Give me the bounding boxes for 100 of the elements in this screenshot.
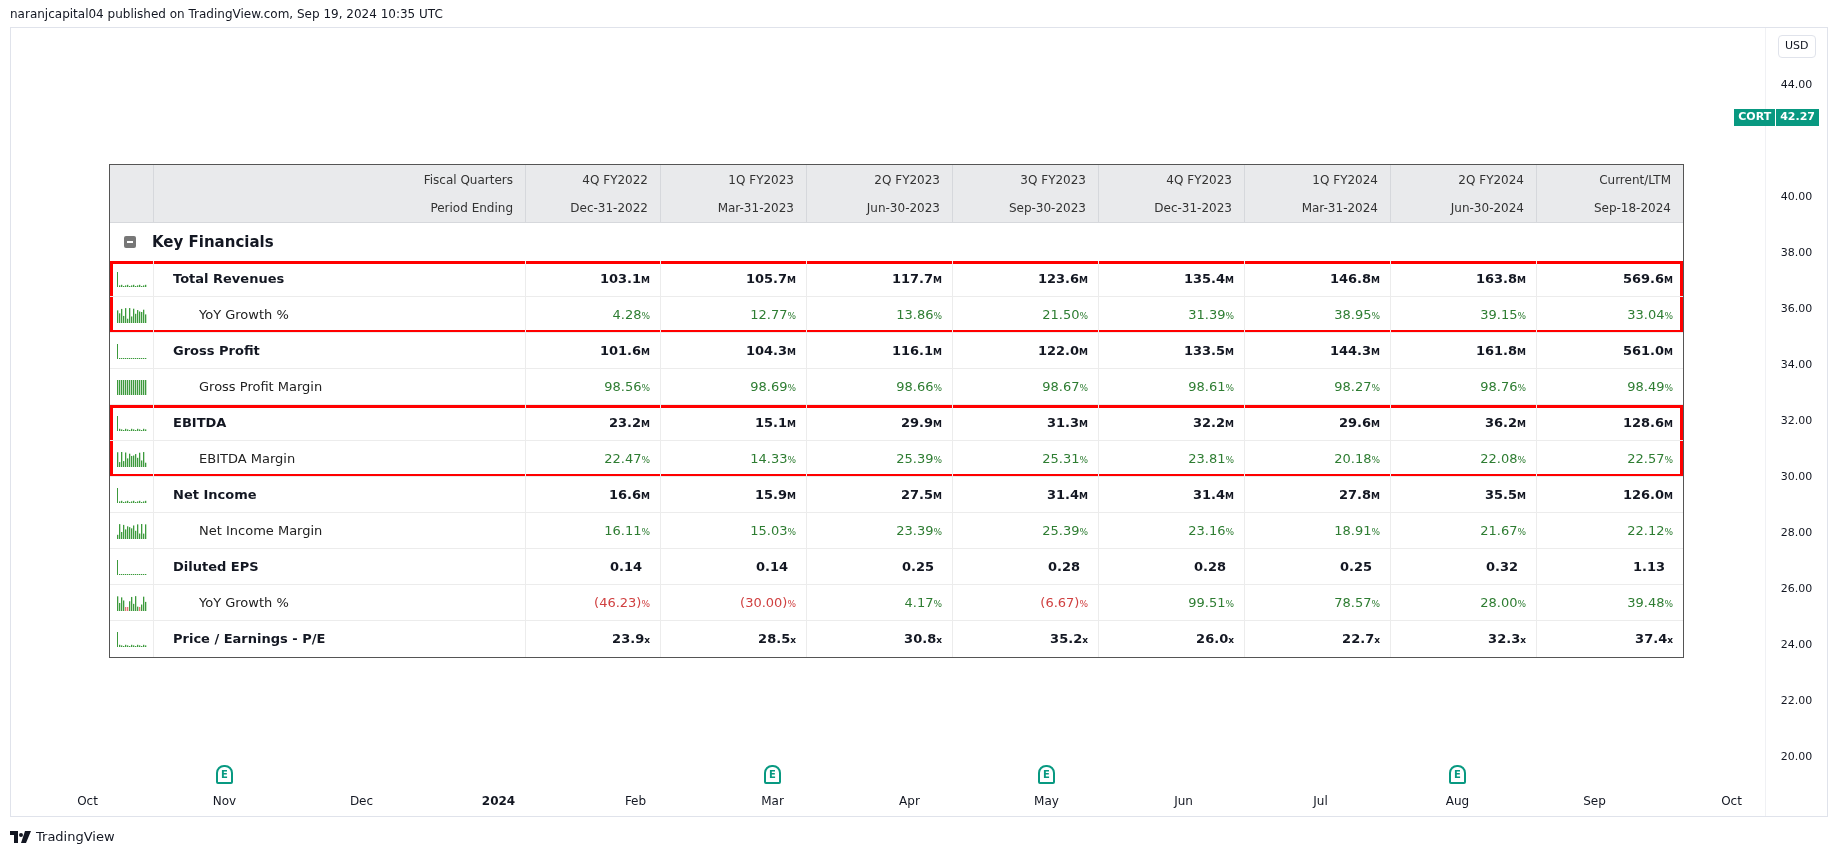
value-cell-text: 116.1M: [891, 341, 942, 360]
quarter-label: 1Q FY2023: [728, 171, 794, 189]
value-cell-text: 25.39%: [1042, 521, 1088, 540]
time-label: Oct: [77, 793, 98, 810]
brand-name: TradingView: [36, 828, 115, 847]
value-cell-text: 23.16%: [1188, 521, 1234, 540]
value-cell-text: 38.95%: [1334, 305, 1380, 324]
quarter-label: 1Q FY2024: [1312, 171, 1378, 189]
value-cell-text: 104.3M: [745, 341, 796, 360]
value-cell-text: 144.3M: [1329, 341, 1380, 360]
time-label: May: [1034, 793, 1059, 810]
value-cell-text: 0.28: [1193, 557, 1226, 576]
value-cell-text: 4.17%: [904, 593, 942, 612]
row-label: YoY Growth %: [199, 305, 289, 324]
value-cell-text: 146.8M: [1329, 269, 1380, 288]
value-cell-text: 569.6M: [1622, 269, 1673, 288]
value-cell-text: 22.47%: [604, 449, 650, 468]
value-cell-text: 16.6M: [608, 485, 650, 504]
value-cell-text: 23.9x: [612, 630, 650, 649]
period-label: Dec-31-2023: [1154, 199, 1232, 217]
sparkline-drawing: [116, 558, 147, 575]
collapse-toggle-icon[interactable]: [124, 236, 136, 248]
value-cell-text: 27.8M: [1338, 485, 1380, 504]
value-cell-text: 20.18%: [1334, 449, 1380, 468]
value-cell-text: 15.9M: [754, 485, 796, 504]
value-cell-text: 122.0M: [1037, 341, 1088, 360]
period-label: Sep-18-2024: [1593, 199, 1671, 217]
currency-button[interactable]: USD: [1778, 35, 1816, 58]
sparkline-drawing: [116, 450, 147, 467]
value-cell-text: 99.51%: [1188, 593, 1234, 612]
value-cell-text: 18.91%: [1334, 521, 1380, 540]
value-cell-text: 0.14: [755, 557, 788, 576]
value-cell-text: 123.6M: [1037, 269, 1088, 288]
period-label: Sep-30-2023: [1008, 199, 1086, 217]
row-label: Price / Earnings - P/E: [173, 630, 326, 649]
value-cell-text: 26.0x: [1196, 630, 1234, 649]
value-cell-text: 14.33%: [750, 449, 796, 468]
sparkline-drawing: [116, 270, 147, 287]
value-cell-text: 4.28%: [612, 305, 650, 324]
earnings-marker[interactable]: E: [1449, 765, 1466, 784]
value-cell-text: 161.8M: [1475, 341, 1526, 360]
price-label: 28.00: [1780, 524, 1813, 541]
quarter-label: Current/LTM: [1599, 171, 1671, 189]
row-label: YoY Growth %: [199, 593, 289, 612]
value-cell-text: 28.00%: [1480, 593, 1526, 612]
value-cell-text: 0.25: [1339, 557, 1372, 576]
price-label: 20.00: [1780, 748, 1813, 765]
value-cell-text: 103.1M: [599, 269, 650, 288]
time-label: Aug: [1445, 793, 1470, 810]
value-cell-text: 22.12%: [1627, 521, 1673, 540]
value-cell-text: 98.76%: [1480, 377, 1526, 396]
value-cell-text: 25.39%: [896, 449, 942, 468]
value-cell-text: 135.4M: [1183, 269, 1234, 288]
period-label: Jun-30-2023: [866, 199, 940, 217]
price-label: 38.00: [1780, 244, 1813, 261]
row-label: EBITDA Margin: [199, 449, 296, 468]
value-cell-text: 39.15%: [1480, 305, 1526, 324]
value-cell-text: 22.57%: [1627, 449, 1673, 468]
earnings-marker[interactable]: E: [764, 765, 781, 784]
value-cell-text: 98.56%: [604, 377, 650, 396]
quarter-label: 2Q FY2023: [874, 171, 940, 189]
value-cell-text: 0.32: [1485, 557, 1518, 576]
row-label: Net Income: [173, 485, 257, 504]
price-label: 32.00: [1780, 412, 1813, 429]
value-cell-text: 22.08%: [1480, 449, 1526, 468]
value-cell-text: 31.3M: [1046, 413, 1088, 432]
price-label: 34.00: [1780, 356, 1813, 373]
price-badge: 42.27: [1776, 109, 1819, 126]
value-cell-text: 0.14: [609, 557, 642, 576]
value-cell-text: (30.00)%: [740, 593, 796, 612]
sparkline-drawing: [116, 378, 147, 395]
value-cell-text: 21.50%: [1042, 305, 1088, 324]
earnings-marker[interactable]: E: [1038, 765, 1055, 784]
logo-icon: [10, 831, 32, 843]
sparkline-drawing: [116, 631, 147, 647]
value-cell-text: 163.8M: [1475, 269, 1526, 288]
value-cell-text: 31.39%: [1188, 305, 1234, 324]
earnings-marker[interactable]: E: [216, 765, 233, 784]
period-label: Mar-31-2024: [1301, 199, 1378, 217]
time-label: 2024: [481, 793, 516, 810]
quarter-label: 3Q FY2023: [1020, 171, 1086, 189]
header-label: Fiscal Quarters: [423, 171, 513, 189]
price-label: 30.00: [1780, 468, 1813, 485]
value-cell-text: 12.77%: [750, 305, 796, 324]
value-cell-text: 16.11%: [604, 521, 650, 540]
price-label: 40.00: [1780, 188, 1813, 205]
sparkline-drawing: [116, 414, 147, 431]
value-cell-text: 28.5x: [758, 630, 796, 649]
symbol-badge: CORT: [1734, 109, 1776, 126]
publisher-line: naranjcapital04 published on TradingView.com, Sep 19, 2024 10:35 UTC: [10, 5, 443, 23]
value-cell-text: 35.5M: [1484, 485, 1526, 504]
value-cell-text: 101.6M: [599, 341, 650, 360]
value-cell-text: 128.6M: [1622, 413, 1673, 432]
value-cell-text: 32.3x: [1488, 630, 1526, 649]
sparkline-drawing: [116, 522, 147, 539]
time-label: Oct: [1721, 793, 1742, 810]
header-label: Period Ending: [430, 199, 513, 217]
time-label: Jul: [1313, 793, 1328, 810]
quarter-label: 4Q FY2022: [582, 171, 648, 189]
value-cell-text: 29.6M: [1338, 413, 1380, 432]
